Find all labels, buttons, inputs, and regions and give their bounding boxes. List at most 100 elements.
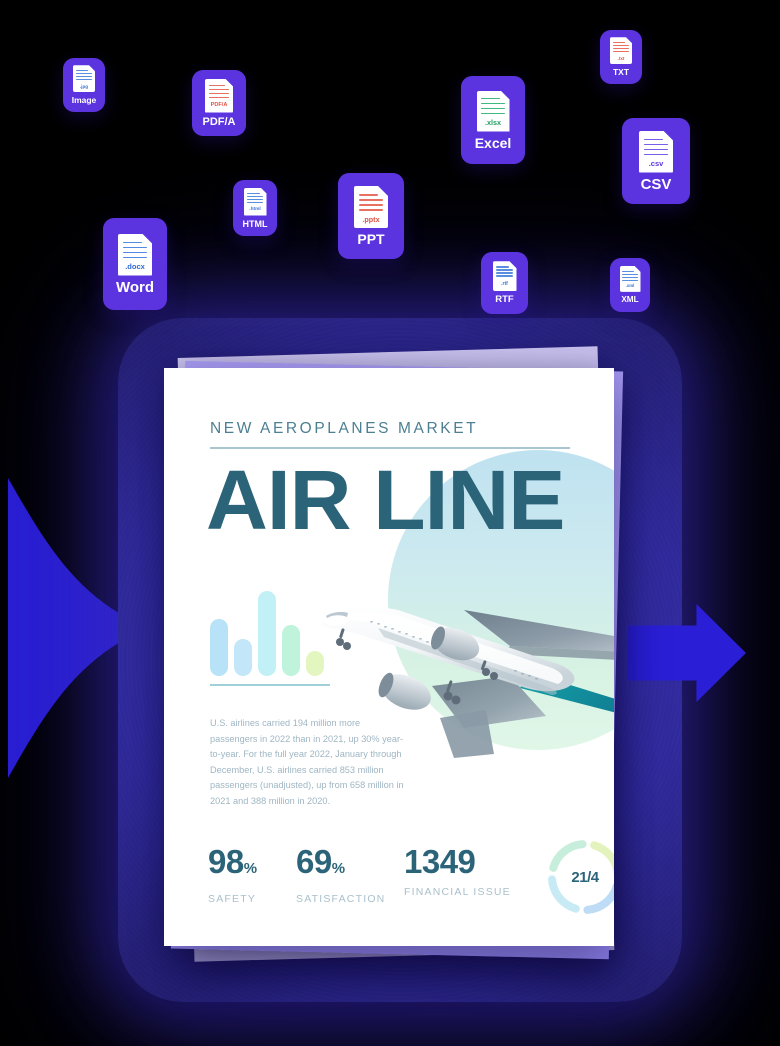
file-badge-ppt[interactable]: .pptx PPT [338, 173, 404, 259]
stat-value: 1349 [404, 843, 476, 880]
page-text-line [613, 45, 629, 46]
document-page-icon: .txt [610, 37, 632, 64]
page-fold-icon [626, 37, 632, 43]
page-text-line [359, 199, 383, 201]
page-text-line [123, 257, 147, 259]
page-fold-icon [89, 65, 95, 71]
file-badge-html[interactable]: .html HTML [233, 180, 277, 236]
file-badge-xml[interactable]: .xml XML [610, 258, 650, 312]
page-text-line [209, 89, 229, 91]
stat-item: 1349 FINANCIAL ISSUE [404, 843, 511, 899]
file-extension-label: .jpg [79, 83, 89, 89]
stat-suffix: % [243, 860, 257, 877]
bar-5 [306, 651, 324, 676]
page-text-line [496, 272, 513, 273]
file-badge-label: HTML [242, 218, 268, 229]
page-fold-icon [225, 79, 233, 87]
file-extension-label: .pptx [362, 214, 380, 224]
page-text-line [644, 139, 663, 141]
stat-value: 69% [296, 843, 345, 880]
scene-root: NEW AEROPLANES MARKET AIR LINE U.S. airl… [0, 0, 780, 1046]
page-fold-icon [635, 266, 641, 272]
stat-item: 69% SATISFACTION [296, 843, 385, 906]
document-page-icon: .jpg [73, 65, 95, 92]
page-fold-icon [663, 131, 673, 141]
file-extension-label: .xml [625, 283, 635, 289]
page-text-line [123, 247, 147, 249]
page-text-line [359, 194, 378, 196]
document-page-icon: .pptx [354, 186, 388, 228]
file-extension-label: .docx [125, 262, 145, 271]
file-badge-label: Excel [474, 134, 512, 151]
stat-label: FINANCIAL ISSUE [404, 886, 511, 898]
page-text-line [496, 266, 509, 267]
page-text-line [247, 202, 264, 203]
page-text-line [481, 113, 505, 115]
file-badge-image[interactable]: .jpg Image [63, 58, 105, 112]
page-text-line [613, 51, 629, 52]
page-text-line [76, 79, 92, 80]
page-fold-icon [378, 186, 388, 196]
document-page-icon: .html [244, 188, 267, 216]
page-text-line [76, 73, 92, 74]
file-badge-label: Image [71, 95, 97, 106]
bar-3 [258, 591, 276, 676]
file-badge-label: PPT [357, 231, 385, 247]
page-text-line [613, 42, 625, 43]
page-fold-icon [261, 188, 267, 194]
file-extension-label: PDF/A [210, 101, 228, 108]
page-fold-icon [501, 91, 510, 100]
page-text-line [247, 196, 264, 197]
document-page-icon: .docx [118, 234, 152, 276]
file-badge-rtf[interactable]: .rtf RTF [481, 252, 528, 314]
page-text-line [644, 144, 668, 146]
page-fold-icon [510, 261, 517, 268]
page-text-line [613, 48, 629, 49]
page-text-line [481, 108, 505, 110]
file-badge-label: CSV [640, 175, 672, 193]
document-preview-card[interactable]: NEW AEROPLANES MARKET AIR LINE U.S. airl… [164, 368, 614, 946]
page-text-line [209, 97, 229, 99]
file-badge-label: Word [115, 278, 155, 296]
file-badge-label: RTF [495, 294, 514, 306]
page-text-line [481, 98, 499, 100]
file-badge-label: PDF/A [202, 115, 236, 128]
page-text-line [644, 149, 668, 151]
page-text-line [247, 199, 264, 200]
file-extension-label: .csv [648, 159, 664, 168]
bar-4 [282, 625, 300, 676]
page-text-line [496, 269, 513, 270]
stat-label: SAFETY [208, 893, 257, 905]
file-badge-label: TXT [612, 67, 630, 78]
document-page-icon: .xlsx [477, 91, 510, 132]
page-text-line [359, 209, 383, 211]
donut-chart: 21/4 [544, 836, 614, 918]
page-text-line [622, 280, 637, 281]
page-text-line [76, 76, 92, 77]
page-text-line [622, 271, 634, 272]
page-text-line [644, 154, 668, 156]
file-extension-label: .rtf [501, 281, 508, 288]
file-badge-csv[interactable]: .csv CSV [622, 118, 690, 204]
file-badge-word[interactable]: .docx Word [103, 218, 167, 310]
bar-1 [210, 619, 228, 676]
page-text-line [123, 242, 142, 244]
page-text-line [76, 70, 88, 71]
page-text-line [209, 85, 225, 87]
document-eyebrow: NEW AEROPLANES MARKET [210, 420, 479, 437]
file-badge-pdf-a[interactable]: PDF/A PDF/A [192, 70, 246, 136]
file-badge-txt[interactable]: .txt TXT [600, 30, 642, 84]
page-text-line [622, 277, 637, 278]
bar-2 [234, 639, 252, 676]
stat-item: 98% SAFETY [208, 844, 257, 906]
file-badge-excel[interactable]: .xlsx Excel [461, 76, 525, 164]
file-extension-label: .html [249, 206, 261, 212]
bar-chart [210, 584, 330, 676]
document-headline: AIR LINE [206, 453, 565, 547]
document-page-icon: .rtf [493, 261, 517, 291]
document-page-icon: .csv [639, 131, 673, 173]
document-paragraph: U.S. airlines carried 194 million more p… [210, 718, 404, 806]
eyebrow-divider [210, 447, 570, 449]
file-extension-label: .xlsx [485, 118, 501, 128]
stat-suffix: % [331, 860, 345, 877]
